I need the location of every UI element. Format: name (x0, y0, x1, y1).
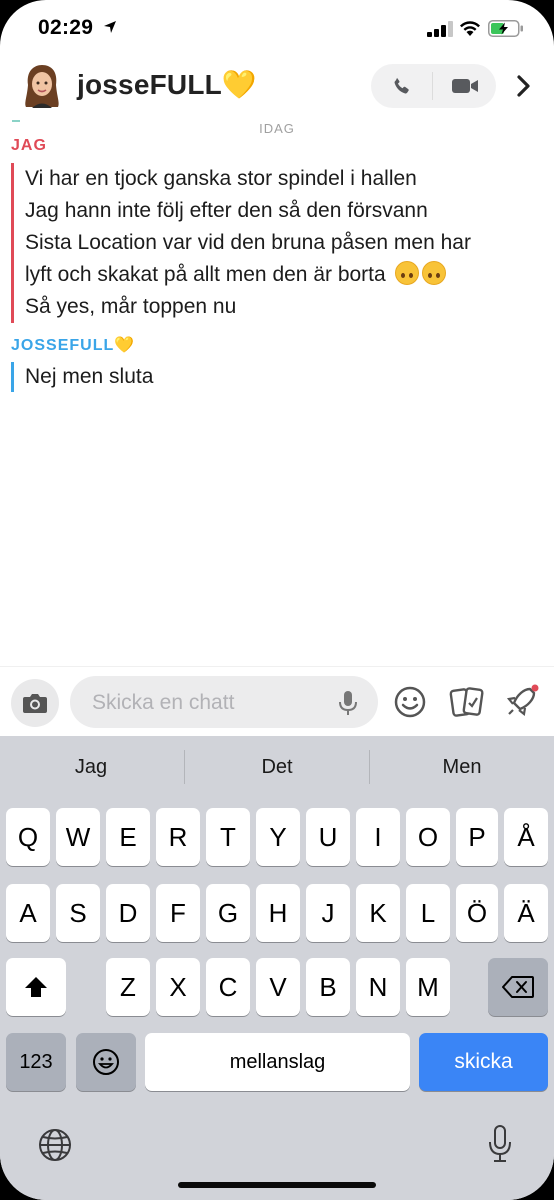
microphone-icon[interactable] (338, 690, 358, 716)
chat-field[interactable] (70, 676, 378, 730)
phone-icon (394, 77, 409, 94)
key[interactable]: B (306, 958, 350, 1016)
sender-label-friend: JOSSEFULL💛 (11, 337, 136, 354)
key[interactable]: T (206, 808, 250, 866)
shift-key[interactable] (6, 958, 66, 1016)
home-indicator[interactable] (178, 1182, 376, 1188)
voice-call-button[interactable] (371, 64, 432, 108)
contact-avatar[interactable] (22, 63, 62, 109)
globe-icon[interactable] (37, 1127, 73, 1163)
message-line: Sista Location var vid den bruna påsen m… (25, 231, 471, 254)
suggestion-item[interactable]: Men (387, 756, 537, 779)
key[interactable]: V (256, 958, 300, 1016)
message-line: Vi har en tjock ganska stor spindel i ha… (25, 167, 417, 190)
send-key[interactable]: skicka (419, 1033, 548, 1091)
key[interactable]: U (306, 808, 350, 866)
suggestion-item[interactable]: Det (202, 756, 352, 779)
key[interactable]: Ä (504, 884, 548, 942)
dictation-microphone-icon[interactable] (488, 1124, 512, 1164)
key[interactable]: P (456, 808, 498, 866)
message-bar (11, 163, 14, 323)
key[interactable]: S (56, 884, 100, 942)
key[interactable]: O (406, 808, 450, 866)
camera-button[interactable] (11, 679, 59, 727)
call-actions (371, 64, 496, 108)
date-label: IDAG (259, 121, 295, 136)
signal-icon (427, 21, 453, 37)
key[interactable]: Y (256, 808, 300, 866)
upside-down-face-icon (394, 261, 419, 285)
message-text: lyft och skakat på allt men den är borta (25, 263, 386, 286)
numbers-key[interactable]: 123 (6, 1033, 66, 1091)
suggestion-item[interactable]: Jag (16, 756, 166, 779)
key[interactable]: N (356, 958, 400, 1016)
suggestion-bar: Jag Det Men (0, 736, 554, 804)
key[interactable]: Z (106, 958, 150, 1016)
key[interactable]: K (356, 884, 400, 942)
key[interactable]: W (56, 808, 100, 866)
key[interactable]: Q (6, 808, 50, 866)
chevron-right-icon[interactable] (510, 72, 536, 100)
emoji-keyboard-key[interactable] (76, 1033, 136, 1091)
key[interactable]: D (106, 884, 150, 942)
message-line: Jag hann inte följ efter den så den förs… (25, 199, 428, 222)
message-bar (11, 362, 14, 392)
suggestion-divider (184, 750, 185, 784)
key[interactable]: M (406, 958, 450, 1016)
status-time: 02:29 (38, 16, 94, 39)
location-arrow-icon (104, 21, 116, 33)
rocket-icon[interactable] (504, 683, 540, 719)
chat-input[interactable] (90, 676, 324, 730)
space-key[interactable]: mellanslag (145, 1033, 410, 1091)
backspace-key[interactable] (488, 958, 548, 1016)
chat-header: josseFULL💛 (0, 60, 554, 116)
cards-icon[interactable] (449, 685, 485, 719)
key[interactable]: F (156, 884, 200, 942)
battery-charging-icon (488, 20, 523, 37)
camera-icon (23, 694, 47, 713)
video-icon (451, 79, 478, 93)
key[interactable]: L (406, 884, 450, 942)
status-bar: 02:29 (0, 0, 554, 60)
key[interactable]: Å (504, 808, 548, 866)
key[interactable]: R (156, 808, 200, 866)
key[interactable]: A (6, 884, 50, 942)
message-line: lyft och skakat på allt men den är borta (25, 259, 446, 291)
key[interactable]: G (206, 884, 250, 942)
chat-input-bar (0, 666, 554, 737)
key[interactable]: X (156, 958, 200, 1016)
message-line: Nej men sluta (25, 365, 154, 388)
phone-screen: 02:29 josseFULL💛 IDAG JAG Vi har en tjoc… (0, 0, 554, 1200)
sender-label-me: JAG (11, 137, 47, 154)
key[interactable]: E (106, 808, 150, 866)
smiley-icon[interactable] (393, 685, 427, 719)
emoji-keyboard-icon (93, 1049, 119, 1075)
backspace-icon (502, 976, 534, 998)
key[interactable]: C (206, 958, 250, 1016)
shift-icon (25, 977, 47, 997)
key[interactable]: Ö (456, 884, 498, 942)
contact-name[interactable]: josseFULL💛 (77, 68, 257, 101)
suggestion-divider (369, 750, 370, 784)
upside-down-face-icon (421, 261, 446, 285)
wifi-icon (460, 21, 480, 36)
video-call-button[interactable] (433, 64, 496, 108)
key[interactable]: I (356, 808, 400, 866)
message-line: Så yes, mår toppen nu (25, 295, 237, 318)
key[interactable]: H (256, 884, 300, 942)
keyboard: Jag Det Men Q W E R T Y U I O P Å A S D … (0, 736, 554, 1200)
key[interactable]: J (306, 884, 350, 942)
